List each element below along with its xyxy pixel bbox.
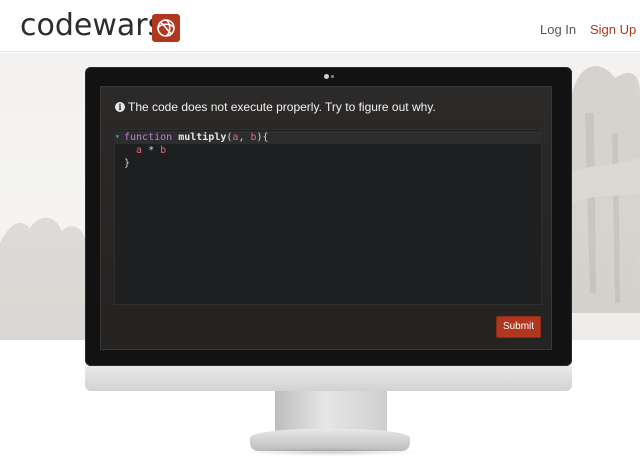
code-line-2[interactable]: a * b xyxy=(124,144,166,157)
codewars-logo-icon[interactable] xyxy=(151,13,181,43)
camera-led-icon xyxy=(331,75,334,78)
signup-link[interactable]: Sign Up xyxy=(590,22,636,37)
challenge-instruction: The code does not execute properly. Try … xyxy=(128,100,436,114)
code-punctuation: } xyxy=(124,158,131,169)
code-punctuation: ){ xyxy=(256,132,269,143)
code-keyword: function xyxy=(124,132,173,143)
monitor-stand-neck xyxy=(275,391,387,431)
fold-arrow-icon[interactable]: ▾ xyxy=(115,132,120,141)
submit-button[interactable]: Submit xyxy=(496,316,541,338)
code-line-1[interactable]: function multiply(a, b){ xyxy=(124,131,269,144)
login-link[interactable]: Log In xyxy=(540,22,576,37)
logo-wordmark[interactable]: codewars xyxy=(20,8,163,43)
info-icon: i xyxy=(115,102,125,112)
monitor-chin xyxy=(85,366,572,391)
code-editor[interactable] xyxy=(114,129,542,305)
monitor-base-shadow xyxy=(240,448,420,456)
code-punctuation: , xyxy=(238,132,251,143)
code-param: b xyxy=(160,145,167,156)
code-function-name: multiply xyxy=(178,132,227,143)
camera-icon xyxy=(324,74,329,79)
code-line-3[interactable]: } xyxy=(124,157,130,170)
code-operator: * xyxy=(142,145,161,156)
site-header: codewars Log In Sign Up xyxy=(0,0,640,52)
